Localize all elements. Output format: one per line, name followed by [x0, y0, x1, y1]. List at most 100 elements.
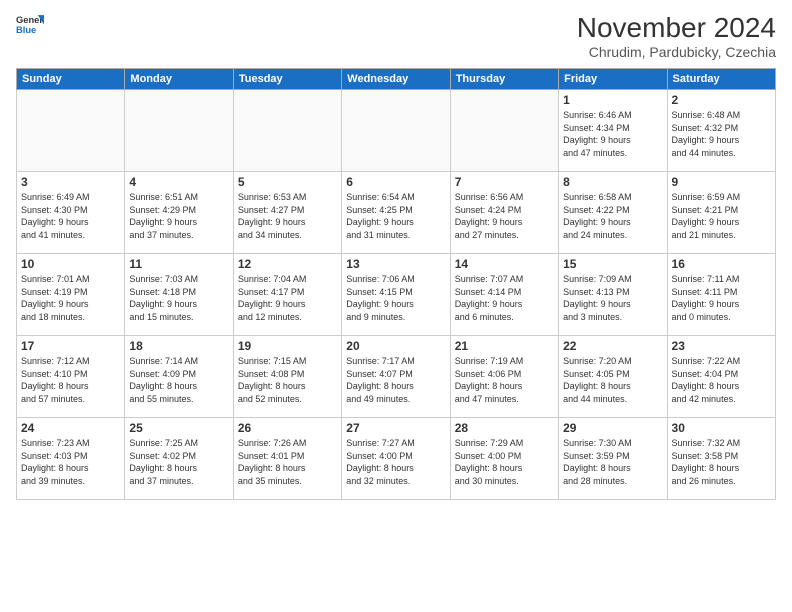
day-info: Sunrise: 6:54 AM Sunset: 4:25 PM Dayligh…	[346, 191, 445, 241]
calendar-day-cell: 8 Sunrise: 6:58 AM Sunset: 4:22 PM Daylig…	[559, 172, 667, 254]
day-number: 26	[238, 421, 337, 435]
day-number: 2	[672, 93, 771, 107]
day-number: 10	[21, 257, 120, 271]
weekday-header-cell: Wednesday	[342, 69, 450, 90]
calendar-day-cell: 21 Sunrise: 7:19 AM Sunset: 4:06 PM Dayli…	[450, 336, 558, 418]
weekday-header-cell: Thursday	[450, 69, 558, 90]
day-number: 17	[21, 339, 120, 353]
calendar-day-cell: 10 Sunrise: 7:01 AM Sunset: 4:19 PM Dayli…	[17, 254, 125, 336]
day-info: Sunrise: 7:17 AM Sunset: 4:07 PM Dayligh…	[346, 355, 445, 405]
weekday-header-cell: Friday	[559, 69, 667, 90]
month-title: November 2024	[577, 12, 776, 44]
calendar-day-cell: 3Sunrise: 6:49 AM Sunset: 4:30 PM Daylig…	[17, 172, 125, 254]
calendar-day-cell: 27 Sunrise: 7:27 AM Sunset: 4:00 PM Dayli…	[342, 418, 450, 500]
calendar-day-cell: 25 Sunrise: 7:25 AM Sunset: 4:02 PM Dayli…	[125, 418, 233, 500]
day-number: 1	[563, 93, 662, 107]
day-info: Sunrise: 7:22 AM Sunset: 4:04 PM Dayligh…	[672, 355, 771, 405]
calendar-day-cell: 6 Sunrise: 6:54 AM Sunset: 4:25 PM Daylig…	[342, 172, 450, 254]
calendar-day-cell	[342, 90, 450, 172]
day-number: 15	[563, 257, 662, 271]
calendar-day-cell: 26 Sunrise: 7:26 AM Sunset: 4:01 PM Dayli…	[233, 418, 341, 500]
calendar-body: 1 Sunrise: 6:46 AM Sunset: 4:34 PM Daylig…	[17, 90, 776, 500]
calendar-day-cell: 29Sunrise: 7:30 AM Sunset: 3:59 PM Dayli…	[559, 418, 667, 500]
day-number: 6	[346, 175, 445, 189]
day-number: 13	[346, 257, 445, 271]
calendar-day-cell: 30Sunrise: 7:32 AM Sunset: 3:58 PM Dayli…	[667, 418, 775, 500]
day-info: Sunrise: 7:03 AM Sunset: 4:18 PM Dayligh…	[129, 273, 228, 323]
day-info: Sunrise: 7:04 AM Sunset: 4:17 PM Dayligh…	[238, 273, 337, 323]
day-number: 21	[455, 339, 554, 353]
day-info: Sunrise: 7:25 AM Sunset: 4:02 PM Dayligh…	[129, 437, 228, 487]
day-info: Sunrise: 7:19 AM Sunset: 4:06 PM Dayligh…	[455, 355, 554, 405]
day-info: Sunrise: 7:23 AM Sunset: 4:03 PM Dayligh…	[21, 437, 120, 487]
calendar-day-cell: 17Sunrise: 7:12 AM Sunset: 4:10 PM Dayli…	[17, 336, 125, 418]
page-header: General Blue November 2024 Chrudim, Pard…	[16, 12, 776, 60]
calendar-day-cell: 13 Sunrise: 7:06 AM Sunset: 4:15 PM Dayli…	[342, 254, 450, 336]
calendar-day-cell: 23 Sunrise: 7:22 AM Sunset: 4:04 PM Dayli…	[667, 336, 775, 418]
calendar-day-cell	[125, 90, 233, 172]
calendar-week-row: 24Sunrise: 7:23 AM Sunset: 4:03 PM Dayli…	[17, 418, 776, 500]
day-number: 27	[346, 421, 445, 435]
day-info: Sunrise: 7:07 AM Sunset: 4:14 PM Dayligh…	[455, 273, 554, 323]
day-number: 9	[672, 175, 771, 189]
day-number: 16	[672, 257, 771, 271]
day-info: Sunrise: 7:06 AM Sunset: 4:15 PM Dayligh…	[346, 273, 445, 323]
day-number: 14	[455, 257, 554, 271]
day-info: Sunrise: 7:09 AM Sunset: 4:13 PM Dayligh…	[563, 273, 662, 323]
calendar-day-cell: 12 Sunrise: 7:04 AM Sunset: 4:17 PM Dayli…	[233, 254, 341, 336]
day-info: Sunrise: 6:59 AM Sunset: 4:21 PM Dayligh…	[672, 191, 771, 241]
day-info: Sunrise: 7:29 AM Sunset: 4:00 PM Dayligh…	[455, 437, 554, 487]
day-info: Sunrise: 6:51 AM Sunset: 4:29 PM Dayligh…	[129, 191, 228, 241]
day-number: 22	[563, 339, 662, 353]
calendar-day-cell: 4 Sunrise: 6:51 AM Sunset: 4:29 PM Daylig…	[125, 172, 233, 254]
calendar-day-cell: 7 Sunrise: 6:56 AM Sunset: 4:24 PM Daylig…	[450, 172, 558, 254]
day-info: Sunrise: 6:46 AM Sunset: 4:34 PM Dayligh…	[563, 109, 662, 159]
calendar-week-row: 1 Sunrise: 6:46 AM Sunset: 4:34 PM Daylig…	[17, 90, 776, 172]
day-info: Sunrise: 7:14 AM Sunset: 4:09 PM Dayligh…	[129, 355, 228, 405]
day-info: Sunrise: 7:01 AM Sunset: 4:19 PM Dayligh…	[21, 273, 120, 323]
weekday-header-row: SundayMondayTuesdayWednesdayThursdayFrid…	[17, 69, 776, 90]
weekday-header-cell: Tuesday	[233, 69, 341, 90]
day-info: Sunrise: 6:48 AM Sunset: 4:32 PM Dayligh…	[672, 109, 771, 159]
calendar-day-cell: 16 Sunrise: 7:11 AM Sunset: 4:11 PM Dayli…	[667, 254, 775, 336]
day-number: 7	[455, 175, 554, 189]
calendar-day-cell: 19 Sunrise: 7:15 AM Sunset: 4:08 PM Dayli…	[233, 336, 341, 418]
day-info: Sunrise: 6:58 AM Sunset: 4:22 PM Dayligh…	[563, 191, 662, 241]
day-number: 23	[672, 339, 771, 353]
day-number: 4	[129, 175, 228, 189]
calendar-day-cell: 18 Sunrise: 7:14 AM Sunset: 4:09 PM Dayli…	[125, 336, 233, 418]
calendar-week-row: 10 Sunrise: 7:01 AM Sunset: 4:19 PM Dayli…	[17, 254, 776, 336]
calendar-day-cell: 1 Sunrise: 6:46 AM Sunset: 4:34 PM Daylig…	[559, 90, 667, 172]
day-info: Sunrise: 7:26 AM Sunset: 4:01 PM Dayligh…	[238, 437, 337, 487]
calendar-day-cell: 2 Sunrise: 6:48 AM Sunset: 4:32 PM Daylig…	[667, 90, 775, 172]
calendar-day-cell: 11Sunrise: 7:03 AM Sunset: 4:18 PM Dayli…	[125, 254, 233, 336]
day-info: Sunrise: 7:32 AM Sunset: 3:58 PM Dayligh…	[672, 437, 771, 487]
day-info: Sunrise: 7:11 AM Sunset: 4:11 PM Dayligh…	[672, 273, 771, 323]
location-subtitle: Chrudim, Pardubicky, Czechia	[577, 44, 776, 60]
day-number: 12	[238, 257, 337, 271]
calendar-day-cell: 20 Sunrise: 7:17 AM Sunset: 4:07 PM Dayli…	[342, 336, 450, 418]
weekday-header-cell: Monday	[125, 69, 233, 90]
calendar-day-cell: 9 Sunrise: 6:59 AM Sunset: 4:21 PM Daylig…	[667, 172, 775, 254]
day-number: 18	[129, 339, 228, 353]
svg-text:Blue: Blue	[16, 25, 36, 35]
day-info: Sunrise: 7:15 AM Sunset: 4:08 PM Dayligh…	[238, 355, 337, 405]
calendar-day-cell: 28 Sunrise: 7:29 AM Sunset: 4:00 PM Dayli…	[450, 418, 558, 500]
day-number: 20	[346, 339, 445, 353]
day-info: Sunrise: 7:30 AM Sunset: 3:59 PM Dayligh…	[563, 437, 662, 487]
day-number: 5	[238, 175, 337, 189]
day-number: 8	[563, 175, 662, 189]
calendar-week-row: 3Sunrise: 6:49 AM Sunset: 4:30 PM Daylig…	[17, 172, 776, 254]
day-number: 28	[455, 421, 554, 435]
calendar-day-cell	[17, 90, 125, 172]
day-info: Sunrise: 6:56 AM Sunset: 4:24 PM Dayligh…	[455, 191, 554, 241]
day-number: 3	[21, 175, 120, 189]
calendar-week-row: 17Sunrise: 7:12 AM Sunset: 4:10 PM Dayli…	[17, 336, 776, 418]
day-number: 25	[129, 421, 228, 435]
day-info: Sunrise: 7:20 AM Sunset: 4:05 PM Dayligh…	[563, 355, 662, 405]
day-number: 19	[238, 339, 337, 353]
logo-icon: General Blue	[16, 12, 44, 40]
calendar-day-cell: 5Sunrise: 6:53 AM Sunset: 4:27 PM Daylig…	[233, 172, 341, 254]
day-info: Sunrise: 7:27 AM Sunset: 4:00 PM Dayligh…	[346, 437, 445, 487]
logo: General Blue	[16, 12, 44, 40]
